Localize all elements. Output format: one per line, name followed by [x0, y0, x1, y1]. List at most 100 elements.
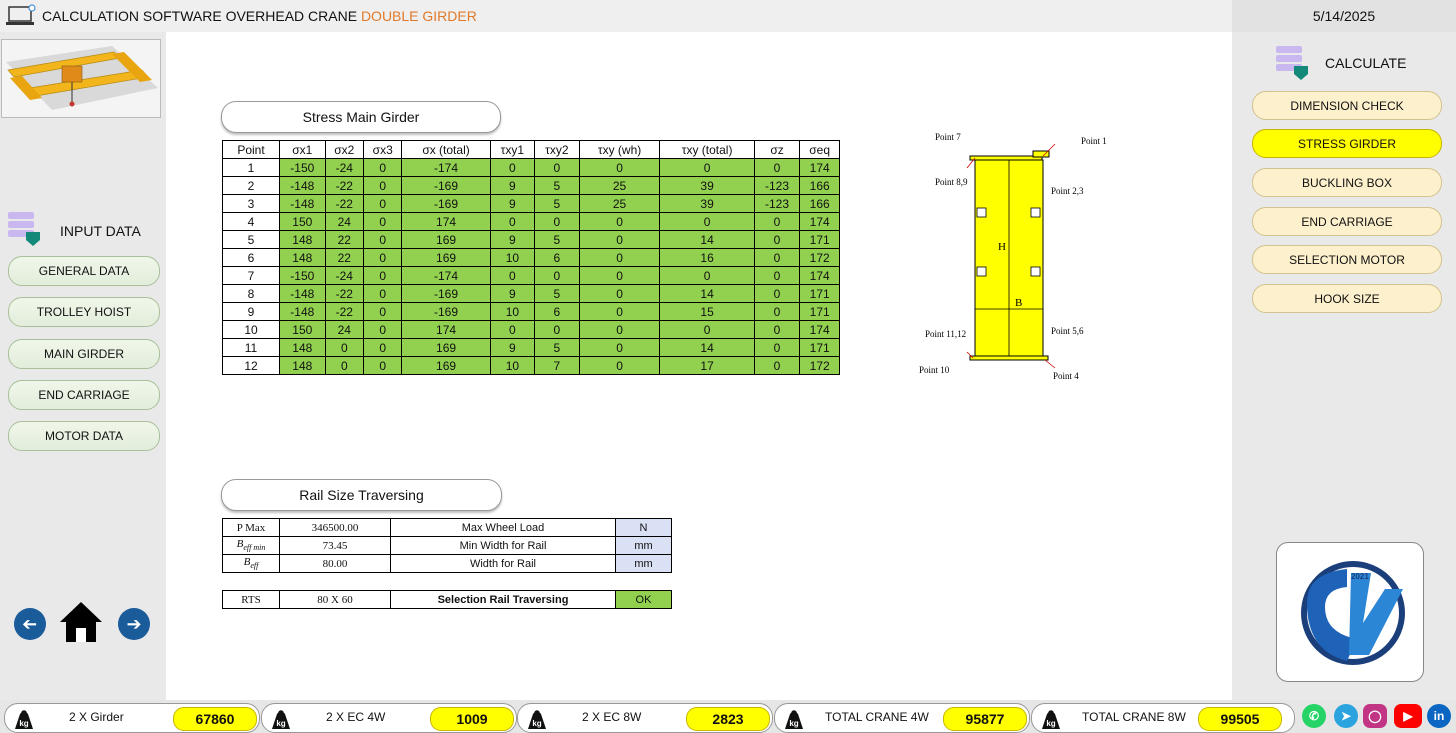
stress-point-cell: 8: [222, 284, 280, 303]
stress-value-cell: -148: [279, 194, 326, 213]
stress-girder-button[interactable]: STRESS GIRDER: [1252, 129, 1442, 158]
end-carriage-calc-button[interactable]: END CARRIAGE: [1252, 207, 1442, 236]
rail-value: 73.45: [279, 536, 391, 555]
stress-point-cell: 5: [222, 230, 280, 249]
stress-value-cell: 148: [279, 248, 326, 267]
crane-illustration: [2, 40, 160, 117]
stress-value-cell: 0: [659, 158, 755, 177]
stress-value-cell: 0: [753, 284, 801, 303]
stress-value-cell: -123: [753, 194, 801, 213]
stress-col-header: σx1: [279, 140, 326, 159]
stress-point-cell: 2: [222, 176, 280, 195]
stress-value-cell: 0: [489, 212, 536, 231]
rail-size-traversing-title: Rail Size Traversing: [221, 479, 502, 511]
stress-value-cell: 0: [324, 356, 365, 375]
stress-value-cell: -169: [401, 284, 491, 303]
stress-value-cell: 22: [324, 230, 365, 249]
stress-header-row: Point σx1 σx2 σx3 σx (total) τxy1 τxy2 τxy (wh)…: [222, 140, 840, 159]
stress-value-cell: 9: [489, 284, 536, 303]
stress-value-cell: -24: [324, 158, 365, 177]
stress-point-cell: 12: [222, 356, 280, 375]
stress-value-cell: 0: [753, 356, 801, 375]
stress-value-cell: 166: [799, 194, 840, 213]
rts-desc: Selection Rail Traversing: [390, 590, 616, 609]
stress-value-cell: 171: [799, 230, 840, 249]
rail-row-pmax: P Max 346500.00 Max Wheel Load N: [222, 518, 672, 537]
stress-value-cell: 6: [534, 302, 580, 321]
girder-cross-section-diagram: Point 7 Point 1 Point 8,9 Point 2,3 H B …: [919, 132, 1107, 381]
forward-button[interactable]: ➔: [118, 608, 150, 640]
dimension-check-button[interactable]: DIMENSION CHECK: [1252, 91, 1442, 120]
home-icon[interactable]: [58, 600, 104, 644]
database-icon: [1276, 46, 1308, 80]
stress-value-cell: 148: [279, 338, 326, 357]
selection-motor-button[interactable]: SELECTION MOTOR: [1252, 245, 1442, 274]
trolley-hoist-button[interactable]: TROLLEY HOIST: [8, 297, 160, 327]
stress-value-cell: 6: [534, 248, 580, 267]
stress-value-cell: 0: [659, 266, 755, 285]
stress-value-cell: 22: [324, 248, 365, 267]
stress-value-cell: 0: [578, 212, 661, 231]
stress-col-header: τxy (wh): [578, 140, 661, 159]
weight-icon: kg: [272, 710, 290, 729]
label-point-5-6: Point 5,6: [1051, 326, 1084, 336]
stress-value-cell: -148: [279, 284, 326, 303]
stress-value-cell: 150: [279, 212, 326, 231]
motor-data-button[interactable]: MOTOR DATA: [8, 421, 160, 451]
general-data-button[interactable]: GENERAL DATA: [8, 256, 160, 286]
label-point-2-3: Point 2,3: [1051, 186, 1084, 196]
logo-year: 2021: [1351, 572, 1369, 581]
main-girder-button[interactable]: MAIN GIRDER: [8, 339, 160, 369]
stress-value-cell: 5: [534, 284, 580, 303]
stress-value-cell: 0: [363, 302, 403, 321]
stress-table-row: 8 -148 -22 0 -169 9 5 0 14 0 171: [222, 284, 840, 303]
telegram-icon[interactable]: ➤: [1334, 704, 1358, 728]
stress-value-cell: 10: [489, 302, 536, 321]
back-button[interactable]: ➔: [14, 608, 46, 640]
weight-icon: kg: [15, 710, 33, 729]
end-carriage-input-button[interactable]: END CARRIAGE: [8, 380, 160, 410]
stress-value-cell: -150: [279, 266, 326, 285]
stress-value-cell: 0: [534, 266, 580, 285]
stress-col-header: σx2: [324, 140, 365, 159]
youtube-icon[interactable]: ▶: [1394, 704, 1422, 728]
stress-value-cell: -22: [324, 302, 365, 321]
stress-value-cell: 172: [799, 356, 840, 375]
input-data-label: INPUT DATA: [60, 223, 141, 239]
stress-value-cell: 0: [363, 284, 403, 303]
stress-point-cell: 9: [222, 302, 280, 321]
instagram-icon[interactable]: ◯: [1363, 704, 1387, 728]
stress-value-cell: -22: [324, 176, 365, 195]
weight-summary-item: kg TOTAL CRANE 8W 99505: [1031, 703, 1295, 733]
whatsapp-icon[interactable]: ✆: [1302, 704, 1326, 728]
stress-value-cell: 9: [489, 230, 536, 249]
weight-summary-item: kg TOTAL CRANE 4W 95877: [774, 703, 1030, 733]
stress-value-cell: 169: [401, 248, 491, 267]
stress-value-cell: -174: [401, 158, 491, 177]
label-point-10: Point 10: [919, 365, 950, 375]
stress-value-cell: -22: [324, 194, 365, 213]
label-point-11-12: Point 11,12: [925, 329, 966, 339]
stress-table-row: 3 -148 -22 0 -169 9 5 25 39 -123 166: [222, 194, 840, 213]
linkedin-icon[interactable]: in: [1427, 704, 1451, 728]
stress-value-cell: 5: [534, 194, 580, 213]
stress-value-cell: 148: [279, 356, 326, 375]
stress-value-cell: 0: [363, 248, 403, 267]
stress-value-cell: 10: [489, 248, 536, 267]
stress-col-header: σz: [753, 140, 801, 159]
stress-value-cell: 150: [279, 320, 326, 339]
stress-value-cell: 0: [363, 176, 403, 195]
stress-table-row: 1 -150 -24 0 -174 0 0 0 0 0 174: [222, 158, 840, 177]
stress-value-cell: 0: [578, 284, 661, 303]
buckling-box-button[interactable]: BUCKLING BOX: [1252, 168, 1442, 197]
stress-point-cell: 4: [222, 212, 280, 231]
stress-table: Point σx1 σx2 σx3 σx (total) τxy1 τxy2 τxy (wh)…: [222, 140, 840, 375]
arrow-left-icon: ➔: [22, 613, 38, 634]
rail-row-beff-min: Beff min 73.45 Min Width for Rail mm: [222, 536, 672, 555]
stress-value-cell: 39: [659, 176, 755, 195]
rts-row: RTS 80 X 60 Selection Rail Traversing OK: [222, 590, 672, 609]
stress-table-row: 12 148 0 0 169 10 7 0 17 0 172: [222, 356, 840, 375]
stress-value-cell: 0: [363, 212, 403, 231]
stress-value-cell: 171: [799, 284, 840, 303]
hook-size-button[interactable]: HOOK SIZE: [1252, 284, 1442, 313]
